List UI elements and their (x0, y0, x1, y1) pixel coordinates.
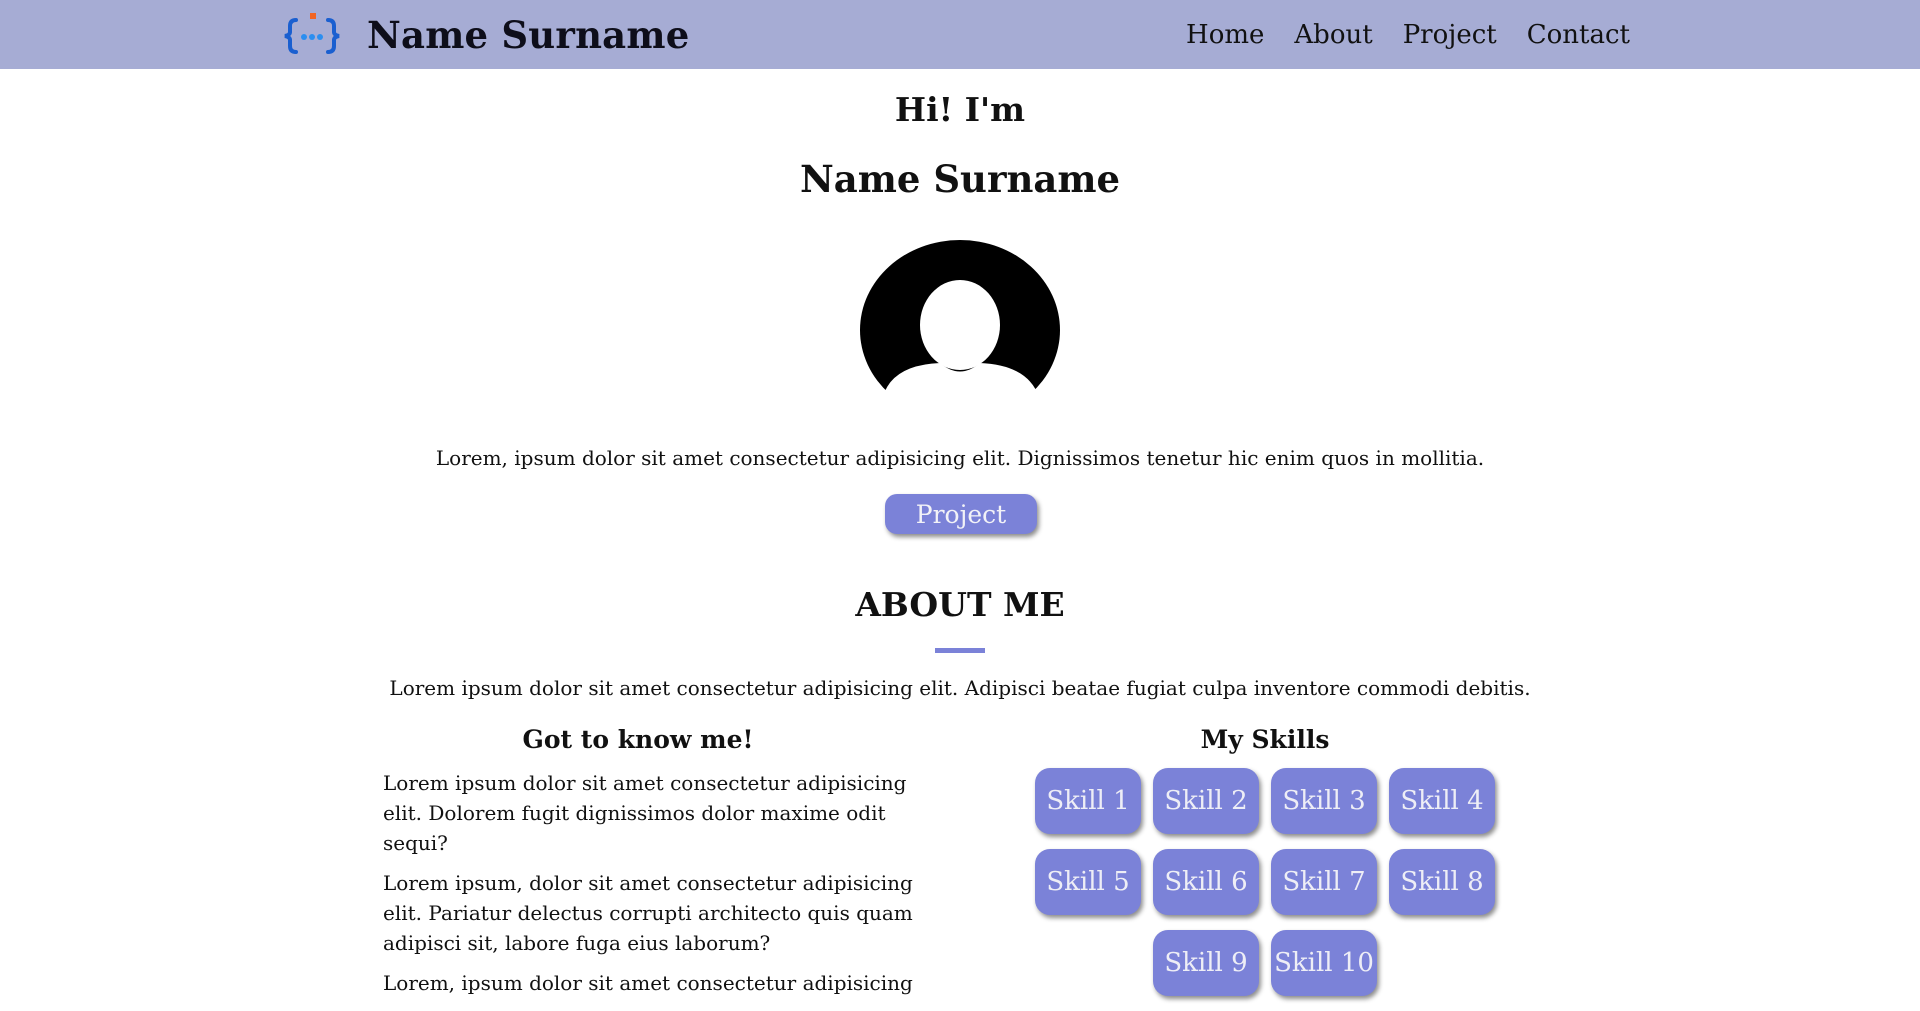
nav-link-project[interactable]: Project (1403, 20, 1497, 50)
hero-name: Name Surname (799, 157, 1121, 201)
skill-badge[interactable]: Skill 4 (1389, 768, 1495, 834)
skill-badge[interactable]: Skill 10 (1271, 930, 1377, 996)
skill-badge[interactable]: Skill 8 (1389, 849, 1495, 915)
skill-badge[interactable]: Skill 7 (1271, 849, 1377, 915)
about-title-underline (935, 648, 985, 653)
about-paragraph: Lorem, ipsum dolor sit amet consectetur … (383, 971, 913, 995)
skill-badge[interactable]: Skill 5 (1035, 849, 1141, 915)
nav-link-about[interactable]: About (1294, 20, 1372, 50)
about-right-column: My Skills Skill 1 Skill 2 Skill 3 Skill … (1010, 725, 1520, 1011)
nav-link-home[interactable]: Home (1186, 20, 1264, 50)
skill-badge[interactable]: Skill 3 (1271, 768, 1377, 834)
project-button[interactable]: Project (885, 494, 1037, 534)
got-to-know-heading: Got to know me! (522, 725, 754, 754)
skills-list: Skill 1 Skill 2 Skill 3 Skill 4 Skill 5 … (1010, 768, 1520, 1011)
skill-badge[interactable]: Skill 9 (1153, 930, 1259, 996)
about-left-column: Got to know me! Lorem ipsum dolor sit am… (383, 725, 923, 1008)
hero-greeting: Hi! I'm (894, 90, 1026, 129)
skill-badge[interactable]: Skill 2 (1153, 768, 1259, 834)
hero-description: Lorem, ipsum dolor sit amet consectetur … (435, 446, 1485, 470)
skills-heading: My Skills (1200, 725, 1330, 754)
about-paragraph: Lorem ipsum dolor sit amet consectetur a… (383, 771, 907, 855)
navbar: Name Surname Home About Project Contact (0, 0, 1920, 69)
about-paragraph: Lorem ipsum, dolor sit amet consectetur … (383, 871, 913, 955)
skill-badge[interactable]: Skill 6 (1153, 849, 1259, 915)
about-title: ABOUT ME (855, 585, 1065, 624)
nav-links: Home About Project Contact (1156, 0, 1630, 69)
about-description: Lorem ipsum dolor sit amet consectetur a… (389, 676, 1531, 700)
brand-name[interactable]: Name Surname (367, 13, 689, 57)
skill-badge[interactable]: Skill 1 (1035, 768, 1141, 834)
user-avatar-icon (860, 240, 1060, 400)
nav-link-contact[interactable]: Contact (1527, 20, 1630, 50)
brand[interactable]: Name Surname (282, 10, 689, 60)
curly-braces-logo-icon (284, 13, 340, 54)
